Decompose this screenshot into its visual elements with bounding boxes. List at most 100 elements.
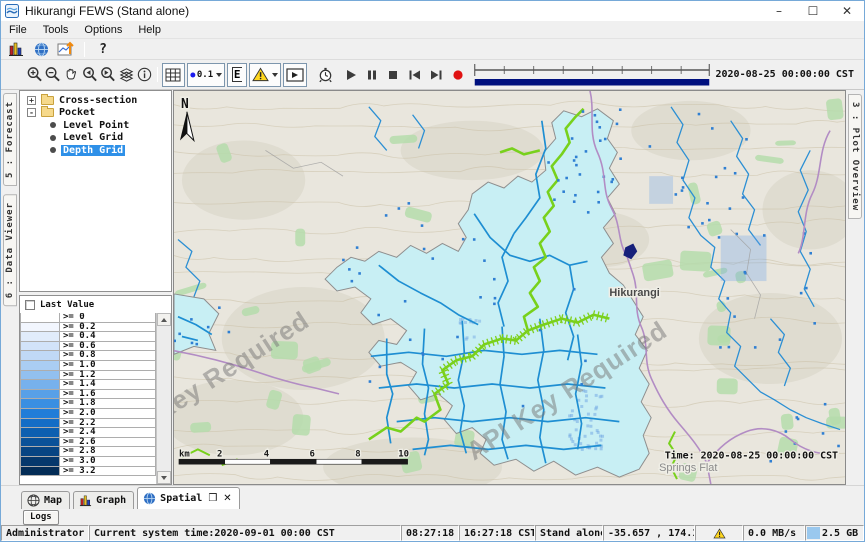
- reports-icon[interactable]: [6, 41, 26, 58]
- playback-controls: [345, 69, 464, 81]
- bullet-icon: [50, 135, 56, 141]
- tree-item-depth-grid[interactable]: Depth Grid: [20, 144, 171, 157]
- tree-item-level-grid[interactable]: Level Grid: [20, 132, 171, 145]
- scroll-up-icon[interactable]: [157, 313, 171, 326]
- svg-text:N: N: [181, 97, 189, 112]
- legend-color-swatch: [20, 466, 60, 477]
- status-network-rate: 0.0 MB/s: [743, 525, 805, 541]
- zoom-previous-icon[interactable]: [80, 64, 98, 86]
- zoom-in-icon[interactable]: [25, 64, 43, 86]
- spatial-display-icon[interactable]: [56, 41, 76, 58]
- main-toolbar: ?: [1, 39, 864, 60]
- status-coordinates: -35.657 , 174.199: [603, 525, 695, 541]
- labels-toggle-button[interactable]: E: [227, 63, 247, 87]
- skip-forward-button[interactable]: [430, 69, 443, 81]
- title-bar: Hikurangi FEWS (Stand alone) – ☐ ✕: [1, 1, 864, 21]
- slider-time-label: 2020-08-25 00:00:00 CST: [712, 69, 858, 80]
- map-time-overlay: Time: 2020-08-25 00:00:00 CST: [665, 449, 838, 461]
- last-value-label: Last Value: [40, 300, 94, 310]
- scroll-down-icon[interactable]: [157, 471, 171, 484]
- legend-panel: Last Value >= 0>= 0.2>= 0.4>= 0.6>= 0.8>…: [19, 295, 172, 485]
- legend-scrollbar[interactable]: [156, 313, 171, 484]
- svg-text:10: 10: [398, 449, 409, 459]
- timer-icon[interactable]: [316, 64, 334, 86]
- memory-usage-bar: [807, 527, 820, 539]
- warning-layers-dropdown[interactable]: [249, 63, 281, 87]
- tree-item-cross-section[interactable]: + Cross-section: [20, 94, 171, 107]
- close-button[interactable]: ✕: [830, 1, 864, 21]
- dropdown-arrow-icon: [216, 73, 222, 77]
- contour-threshold-dropdown[interactable]: 0.1: [187, 63, 225, 87]
- legend-rows: >= 0>= 0.2>= 0.4>= 0.6>= 0.8>= 1.0>= 1.2…: [20, 313, 156, 484]
- status-bar: Administrator Current system time:2020-0…: [1, 525, 864, 541]
- legend-entry-label: >= 3.2: [60, 466, 156, 477]
- tab-spatial[interactable]: Spatial ❒ ✕: [137, 487, 240, 509]
- logs-row: Logs: [1, 509, 864, 525]
- record-button[interactable]: [452, 69, 464, 81]
- tab-close-icon[interactable]: ✕: [223, 493, 231, 504]
- status-mode: Stand alone: [535, 525, 603, 541]
- svg-text:6: 6: [309, 449, 314, 459]
- status-memory: 2.5 GB: [805, 525, 864, 541]
- last-value-checkbox[interactable]: [25, 300, 35, 310]
- folder-icon: [41, 108, 54, 117]
- minimize-button[interactable]: –: [762, 1, 796, 21]
- bar-chart-icon: [79, 494, 92, 507]
- menu-options[interactable]: Options: [76, 23, 130, 37]
- tree-item-pocket[interactable]: - Pocket: [20, 107, 171, 120]
- help-icon[interactable]: ?: [93, 41, 113, 58]
- animation-button[interactable]: [283, 63, 307, 87]
- toolbar-separator: [157, 67, 158, 82]
- collapse-icon[interactable]: -: [27, 108, 36, 117]
- expand-icon[interactable]: +: [27, 96, 36, 105]
- window-title: Hikurangi FEWS (Stand alone): [25, 4, 189, 18]
- tab-restore-icon[interactable]: ❒: [208, 493, 217, 504]
- menu-bar: File Tools Options Help: [1, 21, 864, 39]
- logs-button[interactable]: Logs: [23, 510, 59, 525]
- info-icon[interactable]: [135, 64, 153, 86]
- status-warning-icon[interactable]: [695, 525, 743, 541]
- maximize-button[interactable]: ☐: [796, 1, 830, 21]
- pan-hand-icon[interactable]: [62, 64, 80, 86]
- map-canvas[interactable]: API Key Required API Key Required Hikura…: [173, 90, 846, 485]
- status-user: Administrator: [1, 525, 89, 541]
- left-tab-rail: 5 : Forecast 6 : Data Viewer: [1, 90, 18, 485]
- tab-graph[interactable]: Graph: [73, 491, 134, 509]
- layers-icon[interactable]: [117, 64, 135, 86]
- dropdown-arrow-icon: [272, 73, 278, 77]
- skip-back-button[interactable]: [408, 69, 421, 81]
- main-area: 5 : Forecast 6 : Data Viewer + Cross-sec…: [1, 90, 864, 485]
- pause-button[interactable]: [366, 69, 378, 81]
- play-button[interactable]: [345, 69, 357, 81]
- bullet-icon: [50, 147, 56, 153]
- tree-item-level-point[interactable]: Level Point: [20, 119, 171, 132]
- zoom-next-icon[interactable]: [99, 64, 117, 86]
- svg-text:4: 4: [264, 449, 269, 459]
- tab-plot-overview[interactable]: 3 : Plot Overview: [848, 94, 862, 219]
- menu-help[interactable]: Help: [130, 23, 169, 37]
- map-toolbar: 0.1 E: [1, 60, 864, 90]
- menu-file[interactable]: File: [1, 23, 35, 37]
- legend-header: Last Value: [20, 296, 171, 313]
- grid-display-button[interactable]: [162, 63, 186, 87]
- status-local-time: 16:27:18 CST: [459, 525, 535, 541]
- locality-label: Springs Flat: [659, 462, 717, 474]
- time-slider[interactable]: [472, 61, 712, 89]
- right-tab-rail: 3 : Plot Overview: [846, 90, 864, 485]
- toolbar-separator: [84, 42, 85, 57]
- layers-tree: + Cross-section - Pocket Level Point Lev…: [19, 90, 172, 292]
- tab-map[interactable]: Map: [21, 491, 70, 509]
- blue-globe-icon: [143, 492, 156, 505]
- menu-tools[interactable]: Tools: [35, 23, 77, 37]
- town-label: Hikurangi: [609, 287, 659, 299]
- bullet-icon: [50, 122, 56, 128]
- globe-icon[interactable]: [31, 41, 51, 58]
- legend-entry[interactable]: >= 3.2: [20, 466, 156, 477]
- app-window: Hikurangi FEWS (Stand alone) – ☐ ✕ File …: [0, 0, 865, 542]
- time-slider-range-bar[interactable]: [474, 79, 709, 86]
- svg-text:2: 2: [217, 449, 222, 459]
- stop-button[interactable]: [387, 69, 399, 81]
- zoom-out-icon[interactable]: [43, 64, 61, 86]
- tab-forecast[interactable]: 5 : Forecast: [3, 93, 17, 186]
- tab-data-viewer[interactable]: 6 : Data Viewer: [3, 194, 17, 306]
